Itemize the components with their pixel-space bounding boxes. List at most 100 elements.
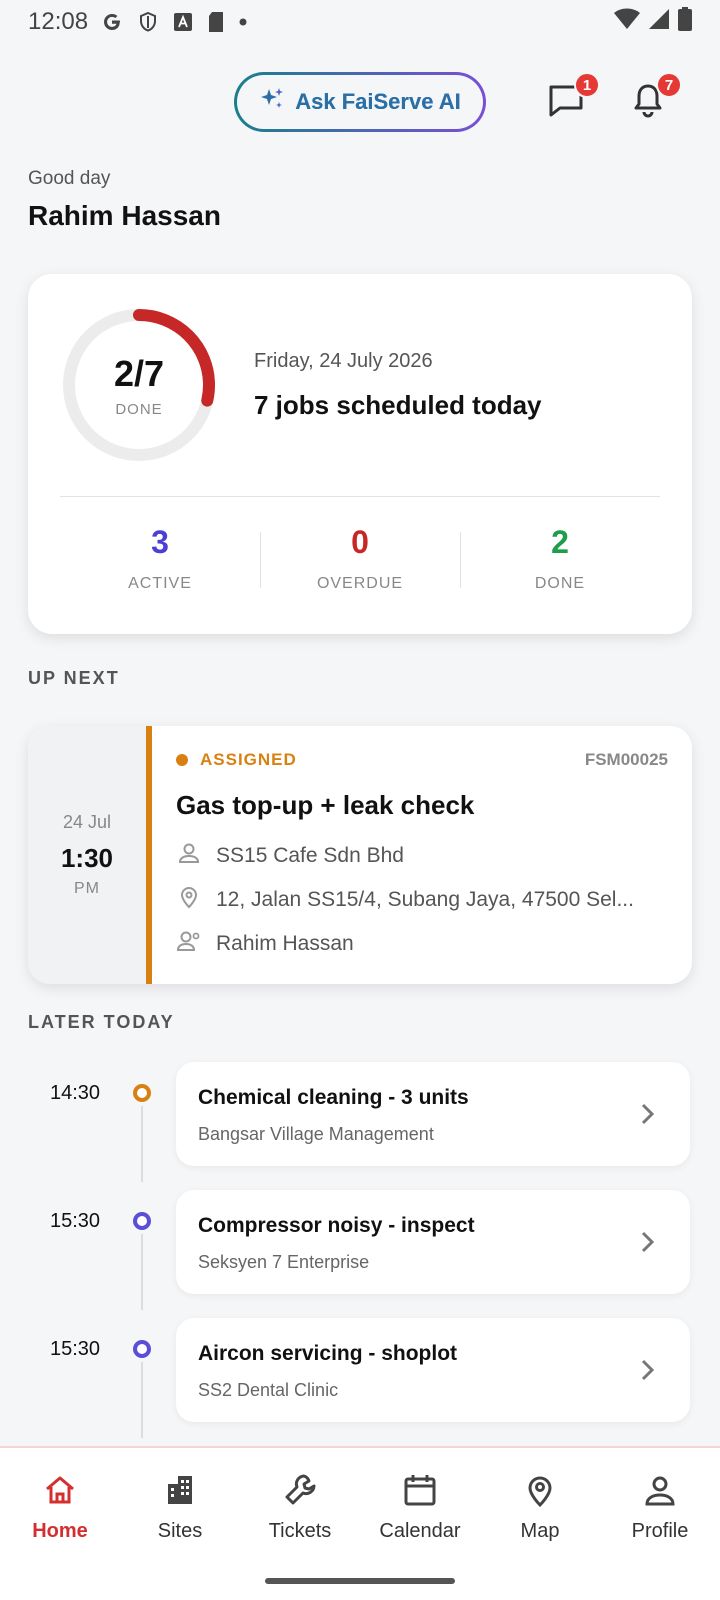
battery-icon (678, 6, 692, 38)
person-icon (176, 840, 202, 872)
jobs-scheduled-text: 7 jobs scheduled today (254, 390, 542, 420)
summary-date: Friday, 24 July 2026 (254, 350, 433, 372)
job-technician-row: Rahim Hassan (176, 928, 668, 960)
timeline-line (141, 1106, 143, 1182)
daily-summary-card[interactable]: 2/7 DONE Friday, 24 July 2026 7 jobs sch… (28, 274, 692, 634)
up-next-job-card[interactable]: 24 Jul 1:30 PM ASSIGNED FSM00025 Gas top… (28, 726, 692, 984)
timeline-job-card[interactable]: Chemical cleaning - 3 units Bangsar Vill… (176, 1062, 690, 1166)
timeline-job-title: Chemical cleaning - 3 units (198, 1086, 469, 1109)
stat-label: ACTIVE (128, 575, 192, 592)
nav-label: Home (32, 1520, 88, 1542)
job-status-label: ASSIGNED (200, 750, 297, 769)
nav-map[interactable]: Map (480, 1470, 600, 1558)
sparkle-icon (259, 86, 285, 118)
progress-ring: 2/7 DONE (58, 304, 220, 466)
job-customer: SS15 Cafe Sdn Bhd (216, 844, 404, 867)
job-title: Gas top-up + leak check (176, 790, 475, 820)
job-technician: Rahim Hassan (216, 932, 354, 955)
stat-label: DONE (534, 575, 586, 592)
greeting-text: Good day (28, 168, 111, 189)
stat-value: 0 (351, 524, 369, 560)
nav-label: Calendar (379, 1520, 461, 1542)
nav-calendar[interactable]: Calendar (360, 1470, 480, 1558)
chevron-right-icon (638, 1228, 658, 1261)
chevron-right-icon (638, 1100, 658, 1133)
nav-profile[interactable]: Profile (600, 1470, 720, 1558)
google-icon (100, 10, 124, 34)
job-address: 12, Jalan SS15/4, Subang Jaya, 47500 Sel… (216, 888, 634, 911)
user-name: Rahim Hassan (28, 200, 221, 231)
timeline-time: 15:30 (50, 1210, 101, 1232)
job-ampm: PM (74, 880, 100, 897)
signal-icon (648, 8, 670, 37)
timeline-job-customer: Seksyen 7 Enterprise (198, 1252, 370, 1272)
job-status: ASSIGNED (176, 750, 297, 770)
location-pin-icon (176, 884, 202, 916)
timeline-job-title: Aircon servicing - shoplot (198, 1342, 458, 1365)
bottom-navigation: Home Sites Tickets Calendar Map Profile (0, 1446, 720, 1600)
dot-icon (238, 17, 248, 27)
timeline-job-card[interactable]: Aircon servicing - shoplot SS2 Dental Cl… (176, 1318, 690, 1422)
job-time-block: 24 Jul 1:30 PM (28, 726, 146, 984)
done-label: DONE (115, 400, 163, 418)
nav-label: Sites (157, 1520, 203, 1542)
job-time: 1:30 (60, 843, 114, 873)
nav-label: Tickets (268, 1520, 332, 1542)
stat-active[interactable]: 3 ACTIVE (60, 524, 260, 604)
timeline-item: 14:30 Chemical cleaning - 3 units Bangsa… (0, 1062, 720, 1182)
app-header: Ask FaiServe AI 1 7 (0, 72, 720, 132)
timeline-item: 15:30 Compressor noisy - inspect Seksyen… (0, 1190, 720, 1310)
font-a-icon (172, 11, 194, 33)
timeline-line (141, 1234, 143, 1310)
up-next-title: UP NEXT (28, 668, 120, 688)
timeline-item: 15:30 Aircon servicing - shoplot SS2 Den… (0, 1318, 720, 1438)
job-customer-row: SS15 Cafe Sdn Bhd (176, 840, 668, 872)
nav-label: Map (520, 1520, 560, 1542)
notifications-badge: 7 (656, 72, 682, 98)
timeline-job-customer: SS2 Dental Clinic (198, 1380, 339, 1400)
timeline-dot (133, 1340, 151, 1358)
messages-badge: 1 (574, 72, 600, 98)
nav-home[interactable]: Home (0, 1470, 120, 1558)
status-accent-bar (146, 726, 152, 984)
building-icon (160, 1470, 200, 1510)
timeline-job-title: Compressor noisy - inspect (198, 1214, 475, 1237)
person-icon (640, 1470, 680, 1510)
timeline-dot (133, 1212, 151, 1230)
shield-icon (136, 10, 160, 34)
ask-ai-label: Ask FaiServe AI (295, 89, 461, 114)
job-id: FSM00025 (584, 750, 668, 769)
stat-done[interactable]: 2 DONE (460, 524, 660, 604)
sd-card-icon (206, 11, 226, 33)
divider (60, 496, 660, 497)
stat-value: 3 (151, 524, 169, 560)
stat-value: 2 (551, 524, 569, 560)
timeline-line (141, 1362, 143, 1438)
timeline-time: 15:30 (50, 1338, 101, 1360)
done-count: 2/7 (113, 352, 165, 394)
job-address-row: 12, Jalan SS15/4, Subang Jaya, 47500 Sel… (176, 884, 668, 916)
stat-overdue[interactable]: 0 OVERDUE (260, 524, 460, 604)
map-pin-icon (520, 1470, 560, 1510)
later-today-title: LATER TODAY (28, 1012, 175, 1032)
notifications-button[interactable]: 7 (624, 72, 682, 126)
gesture-home-indicator[interactable] (265, 1578, 455, 1584)
job-date: 24 Jul (62, 812, 112, 832)
wrench-icon (280, 1470, 320, 1510)
stats-row: 3 ACTIVE 0 OVERDUE 2 DONE (60, 524, 660, 604)
messages-button[interactable]: 1 (542, 72, 600, 126)
ask-ai-button[interactable]: Ask FaiServe AI (234, 72, 486, 132)
stat-label: OVERDUE (316, 575, 404, 592)
status-bar: 12:08 (0, 0, 720, 44)
calendar-icon (400, 1470, 440, 1510)
nav-label: Profile (631, 1520, 689, 1542)
nav-tickets[interactable]: Tickets (240, 1470, 360, 1558)
status-time: 12:08 (28, 8, 89, 35)
timeline-time: 14:30 (50, 1082, 101, 1104)
home-icon (40, 1470, 80, 1510)
timeline-job-customer: Bangsar Village Management (198, 1124, 434, 1144)
nav-sites[interactable]: Sites (120, 1470, 240, 1558)
timeline-dot (133, 1084, 151, 1102)
chevron-right-icon (638, 1356, 658, 1389)
timeline-job-card[interactable]: Compressor noisy - inspect Seksyen 7 Ent… (176, 1190, 690, 1294)
